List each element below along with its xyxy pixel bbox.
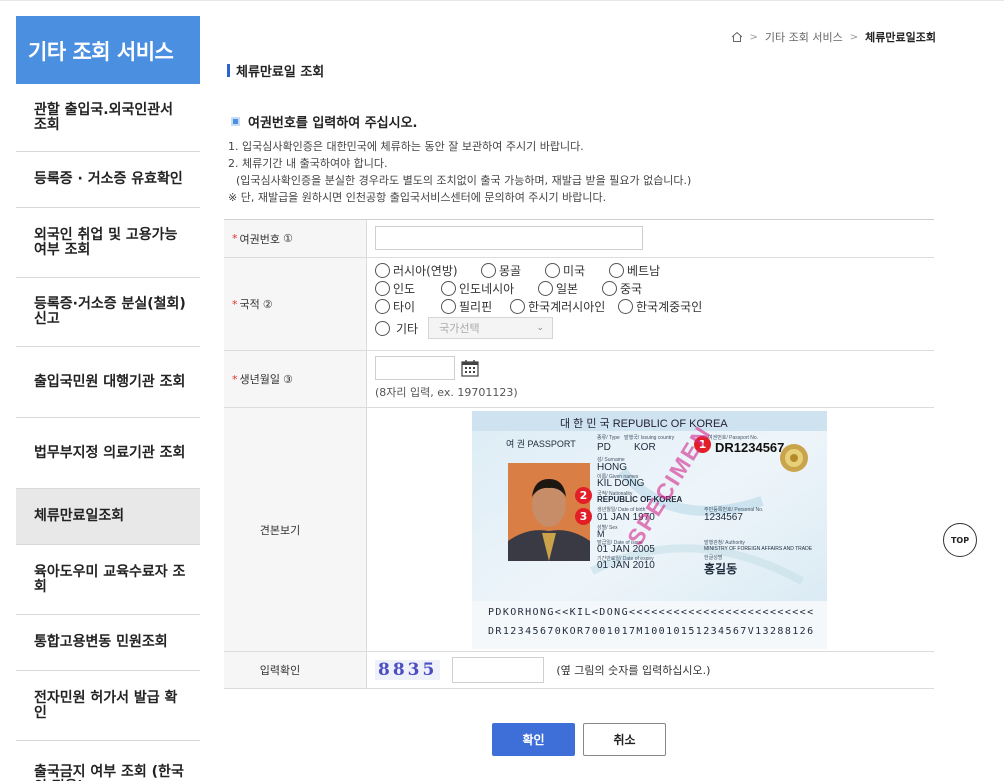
captcha-input[interactable]	[452, 656, 545, 683]
birthdate-row: * 생년월일 ③ (8자리 입력, ex. 19701123)	[224, 351, 934, 408]
captcha-hint: (옆 그림의 숫자를 입력하십시오.)	[556, 663, 711, 677]
sidebar-item-medical-institution[interactable]: 법무부지정 의료기관 조회	[16, 418, 200, 489]
sample-label: 견본보기	[224, 408, 367, 651]
radio-russia[interactable]: 러시아(연방)	[375, 262, 481, 279]
chevron-down-icon: ⌄	[536, 323, 545, 333]
sidebar-item-exit-ban[interactable]: 출국금지 여부 조회 (한국인 전용)	[16, 741, 200, 781]
sidebar-item-agency-lookup[interactable]: 출입국민원 대행기관 조회	[16, 347, 200, 418]
radio-usa[interactable]: 미국	[545, 262, 609, 279]
note-line: ※ 단, 재발급을 원하시면 인천공항 출입국서비스센터에 문의하여 주시기 바…	[228, 191, 607, 204]
radio-philippines[interactable]: 필리핀	[441, 298, 510, 315]
top-divider	[0, 0, 1004, 1]
radio-indonesia[interactable]: 인도네시아	[441, 280, 538, 297]
lookup-form: * 여권번호 ① * 국적 ② 러시아(연방) 몽골 미국 베트남 인도 인도네…	[224, 219, 934, 689]
passport-type-word: 여 권 PASSPORT	[506, 439, 576, 449]
sidebar-title: 기타 조회 서비스	[16, 16, 200, 84]
captcha-image: 8835	[375, 659, 441, 680]
country-select[interactable]: 국가선택 ⌄	[428, 317, 554, 339]
birthdate-label: * 생년월일 ③	[224, 351, 367, 407]
badge-nationality: 2	[575, 487, 592, 504]
breadcrumb: > 기타 조회 서비스 > 체류만료일조회	[731, 29, 936, 45]
birthdate-input[interactable]	[375, 356, 455, 380]
cancel-button[interactable]: 취소	[583, 723, 666, 756]
radio-japan[interactable]: 일본	[538, 280, 602, 297]
radio-vietnam[interactable]: 베트남	[609, 262, 660, 279]
passport-number-input[interactable]	[375, 226, 643, 250]
instruction: 여권번호를 입력하여 주십시오.	[231, 112, 417, 131]
home-icon[interactable]	[731, 31, 743, 43]
radio-korean-chinese[interactable]: 한국계중국인	[618, 298, 702, 315]
birthdate-hint: (8자리 입력, ex. 19701123)	[375, 386, 518, 399]
instruction-text: 여권번호를 입력하여 주십시오.	[248, 116, 418, 131]
sidebar-item-registration-validity[interactable]: 등록증 · 거소증 유효확인	[16, 152, 200, 208]
note-line: 1. 입국심사확인증은 대한민국에 체류하는 동안 잘 보관하여 주시기 바랍니…	[228, 140, 584, 153]
sidebar-item-stay-expiry[interactable]: 체류만료일조회	[16, 489, 200, 545]
passport-row: * 여권번호 ①	[224, 220, 934, 258]
chevron-right-icon: >	[749, 31, 758, 43]
radio-other[interactable]: 기타	[375, 320, 418, 337]
sidebar-item-permit-verification[interactable]: 전자민원 허가서 발급 확인	[16, 671, 200, 741]
passport-label: * 여권번호 ①	[224, 220, 367, 257]
national-emblem-icon	[780, 444, 808, 472]
sidebar: 기타 조회 서비스 관할 출입국.외국인관서 조회 등록증 · 거소증 유효확인…	[16, 16, 200, 781]
note-line: 2. 체류기간 내 출국하여야 합니다.	[228, 157, 388, 170]
title-bar-marker	[227, 64, 230, 77]
sidebar-item-immigration-office[interactable]: 관할 출입국.외국인관서 조회	[16, 84, 200, 152]
page-title-text: 체류만료일 조회	[236, 65, 325, 80]
captcha-label: 입력확인	[224, 652, 367, 688]
breadcrumb-item-current: 체류만료일조회	[865, 31, 936, 44]
passport-number-value: DR1234567	[715, 440, 785, 455]
sidebar-item-lost-card-report[interactable]: 등록증·거소증 분실(철회) 신고	[16, 278, 200, 347]
nationality-label: * 국적 ②	[224, 258, 367, 350]
sidebar-item-employment-check[interactable]: 외국인 취업 및 고용가능 여부 조회	[16, 208, 200, 278]
chevron-right-icon: >	[849, 31, 859, 43]
notes: 1. 입국심사확인증은 대한민국에 체류하는 동안 잘 보관하여 주시기 바랍니…	[228, 138, 691, 206]
nationality-row: * 국적 ② 러시아(연방) 몽골 미국 베트남 인도 인도네시아 일본 중국 …	[224, 258, 934, 351]
radio-india[interactable]: 인도	[375, 280, 441, 297]
mrz-line-1: PDKORHONG<<KIL<DONG<<<<<<<<<<<<<<<<<<<<<…	[488, 607, 815, 618]
radio-korean-russian[interactable]: 한국계러시아인	[510, 298, 618, 315]
breadcrumb-item-other-services[interactable]: 기타 조회 서비스	[765, 29, 843, 45]
note-line: (입국심사확인증을 분실한 경우라도 별도의 조치없이 출국 가능하며, 재발급…	[236, 174, 692, 187]
passport-sample-image: 대 한 민 국 REPUBLIC OF KOREA 여 권 PASSPORT 종…	[472, 411, 827, 649]
radio-thailand[interactable]: 타이	[375, 298, 441, 315]
badge-birthdate: 3	[575, 508, 592, 525]
calendar-icon[interactable]	[461, 359, 479, 377]
captcha-row: 입력확인 8835 (옆 그림의 숫자를 입력하십시오.)	[224, 652, 934, 689]
sidebar-item-employment-change[interactable]: 통합고용변동 민원조회	[16, 615, 200, 671]
scroll-top-button[interactable]: TOP	[943, 523, 977, 557]
radio-china[interactable]: 중국	[602, 280, 642, 297]
confirm-button[interactable]: 확인	[492, 723, 575, 756]
bullet-square-icon	[231, 117, 240, 126]
page-title: 체류만료일 조회	[227, 61, 324, 80]
radio-mongolia[interactable]: 몽골	[481, 262, 545, 279]
mrz-line-2: DR12345670KOR7001017M10010151234567V1328…	[488, 626, 815, 637]
sidebar-item-babysitter-training[interactable]: 육아도우미 교육수료자 조회	[16, 545, 200, 615]
sample-row: 견본보기 대 한 민 국 REPUBLIC OF KOREA 여 권 PASSP…	[224, 408, 934, 652]
